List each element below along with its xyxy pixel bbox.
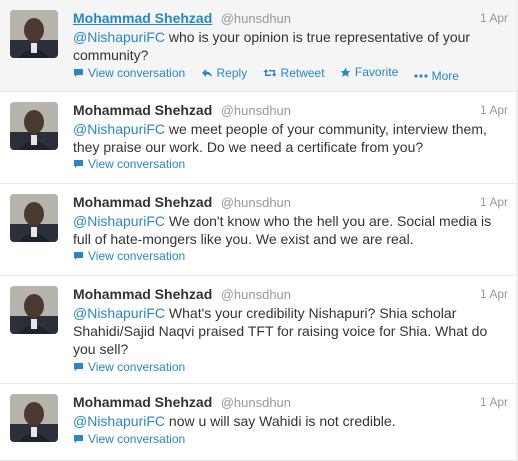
author-username[interactable]: @hunsdhun [221, 195, 291, 210]
tweet-header: Mohammad Shehzad @hunsdhun 1 Apr [73, 394, 508, 410]
avatar-photo [10, 394, 58, 442]
view-conversation-link[interactable]: View conversation [73, 360, 185, 374]
tweet-timeline: Mohammad Shehzad @hunsdhun 1 Apr @Nishap… [0, 0, 518, 461]
view-conversation-label: View conversation [88, 65, 186, 80]
tweet-text: @NishapuriFC we meet people of your comm… [73, 120, 506, 156]
avatar-photo [10, 102, 58, 150]
avatar-photo [10, 194, 58, 242]
avatar-photo [10, 286, 58, 334]
reply-button[interactable]: Reply [201, 65, 248, 80]
mention-link[interactable]: @NishapuriFC [73, 413, 165, 429]
tweet-header: Mohammad Shehzad @hunsdhun 1 Apr [73, 10, 508, 26]
author-username[interactable]: @hunsdhun [221, 395, 291, 410]
speech-bubble-icon [73, 362, 84, 372]
author-fullname[interactable]: Mohammad Shehzad [73, 10, 212, 26]
ellipsis-icon [414, 73, 428, 78]
favorite-button[interactable]: Favorite [340, 65, 398, 79]
tweet-actions: View conversation [73, 249, 508, 265]
tweet-text: @NishapuriFC who is your opinion is true… [73, 28, 506, 64]
more-label: More [431, 68, 459, 83]
author-username[interactable]: @hunsdhun [221, 103, 291, 118]
author-fullname[interactable]: Mohammad Shehzad [73, 286, 212, 302]
tweet-actions: View conversation Reply Retweet Favorite [73, 65, 508, 83]
reply-label: Reply [216, 65, 248, 80]
tweet-item[interactable]: Mohammad Shehzad @hunsdhun 1 Apr @Nishap… [0, 184, 518, 276]
view-conversation-label: View conversation [88, 249, 186, 263]
tweet-text: @NishapuriFC We don't know who the hell … [73, 212, 506, 248]
star-icon [340, 67, 351, 78]
mention-link[interactable]: @NishapuriFC [73, 213, 165, 229]
mention-link[interactable]: @NishapuriFC [73, 29, 165, 45]
speech-bubble-icon [73, 434, 84, 444]
avatar[interactable] [10, 102, 58, 150]
tweet-text: @NishapuriFC now u will say Wahidi is no… [73, 412, 506, 430]
view-conversation-label: View conversation [88, 432, 186, 446]
speech-bubble-icon [73, 159, 84, 169]
avatar-photo [10, 10, 58, 58]
view-conversation-link[interactable]: View conversation [73, 157, 185, 171]
retweet-icon [263, 68, 277, 78]
tweet-timestamp[interactable]: 1 Apr [480, 287, 508, 301]
tweet-actions: View conversation [73, 360, 508, 376]
view-conversation-link[interactable]: View conversation [73, 249, 185, 263]
tweet-item[interactable]: Mohammad Shehzad @hunsdhun 1 Apr @Nishap… [0, 0, 518, 92]
author-fullname[interactable]: Mohammad Shehzad [73, 394, 212, 410]
view-conversation-link[interactable]: View conversation [73, 432, 185, 446]
view-conversation-label: View conversation [88, 360, 186, 374]
tweet-timestamp[interactable]: 1 Apr [480, 103, 508, 117]
tweet-timestamp[interactable]: 1 Apr [480, 195, 508, 209]
mention-link[interactable]: @NishapuriFC [73, 305, 165, 321]
tweet-text: @NishapuriFC What's your credibility Nis… [73, 304, 506, 358]
view-conversation-link[interactable]: View conversation [73, 66, 185, 80]
author-username[interactable]: @hunsdhun [221, 11, 291, 26]
more-button[interactable]: More [414, 69, 459, 83]
author-fullname[interactable]: Mohammad Shehzad [73, 102, 212, 118]
tweet-body: now u will say Wahidi is not credible. [168, 413, 396, 429]
author-fullname[interactable]: Mohammad Shehzad [73, 194, 212, 210]
retweet-button[interactable]: Retweet [263, 66, 325, 80]
author-username[interactable]: @hunsdhun [221, 287, 291, 302]
avatar[interactable] [10, 394, 58, 442]
retweet-label: Retweet [280, 65, 325, 80]
tweet-header: Mohammad Shehzad @hunsdhun 1 Apr [73, 102, 508, 118]
avatar[interactable] [10, 194, 58, 242]
avatar[interactable] [10, 286, 58, 334]
tweet-header: Mohammad Shehzad @hunsdhun 1 Apr [73, 286, 508, 302]
favorite-label: Favorite [354, 65, 399, 79]
reply-arrow-icon [201, 68, 213, 78]
tweet-actions: View conversation [73, 157, 508, 173]
tweet-item[interactable]: Mohammad Shehzad @hunsdhun 1 Apr @Nishap… [0, 92, 518, 184]
tweet-timestamp[interactable]: 1 Apr [480, 395, 508, 409]
speech-bubble-icon [73, 251, 84, 261]
mention-link[interactable]: @NishapuriFC [73, 121, 165, 137]
view-conversation-label: View conversation [88, 157, 186, 171]
avatar[interactable] [10, 10, 58, 58]
tweet-timestamp[interactable]: 1 Apr [480, 11, 508, 25]
tweet-item[interactable]: Mohammad Shehzad @hunsdhun 1 Apr @Nishap… [0, 276, 518, 384]
tweet-header: Mohammad Shehzad @hunsdhun 1 Apr [73, 194, 508, 210]
tweet-item[interactable]: Mohammad Shehzad @hunsdhun 1 Apr @Nishap… [0, 384, 518, 461]
tweet-actions: View conversation [73, 432, 508, 448]
speech-bubble-icon [73, 68, 84, 78]
